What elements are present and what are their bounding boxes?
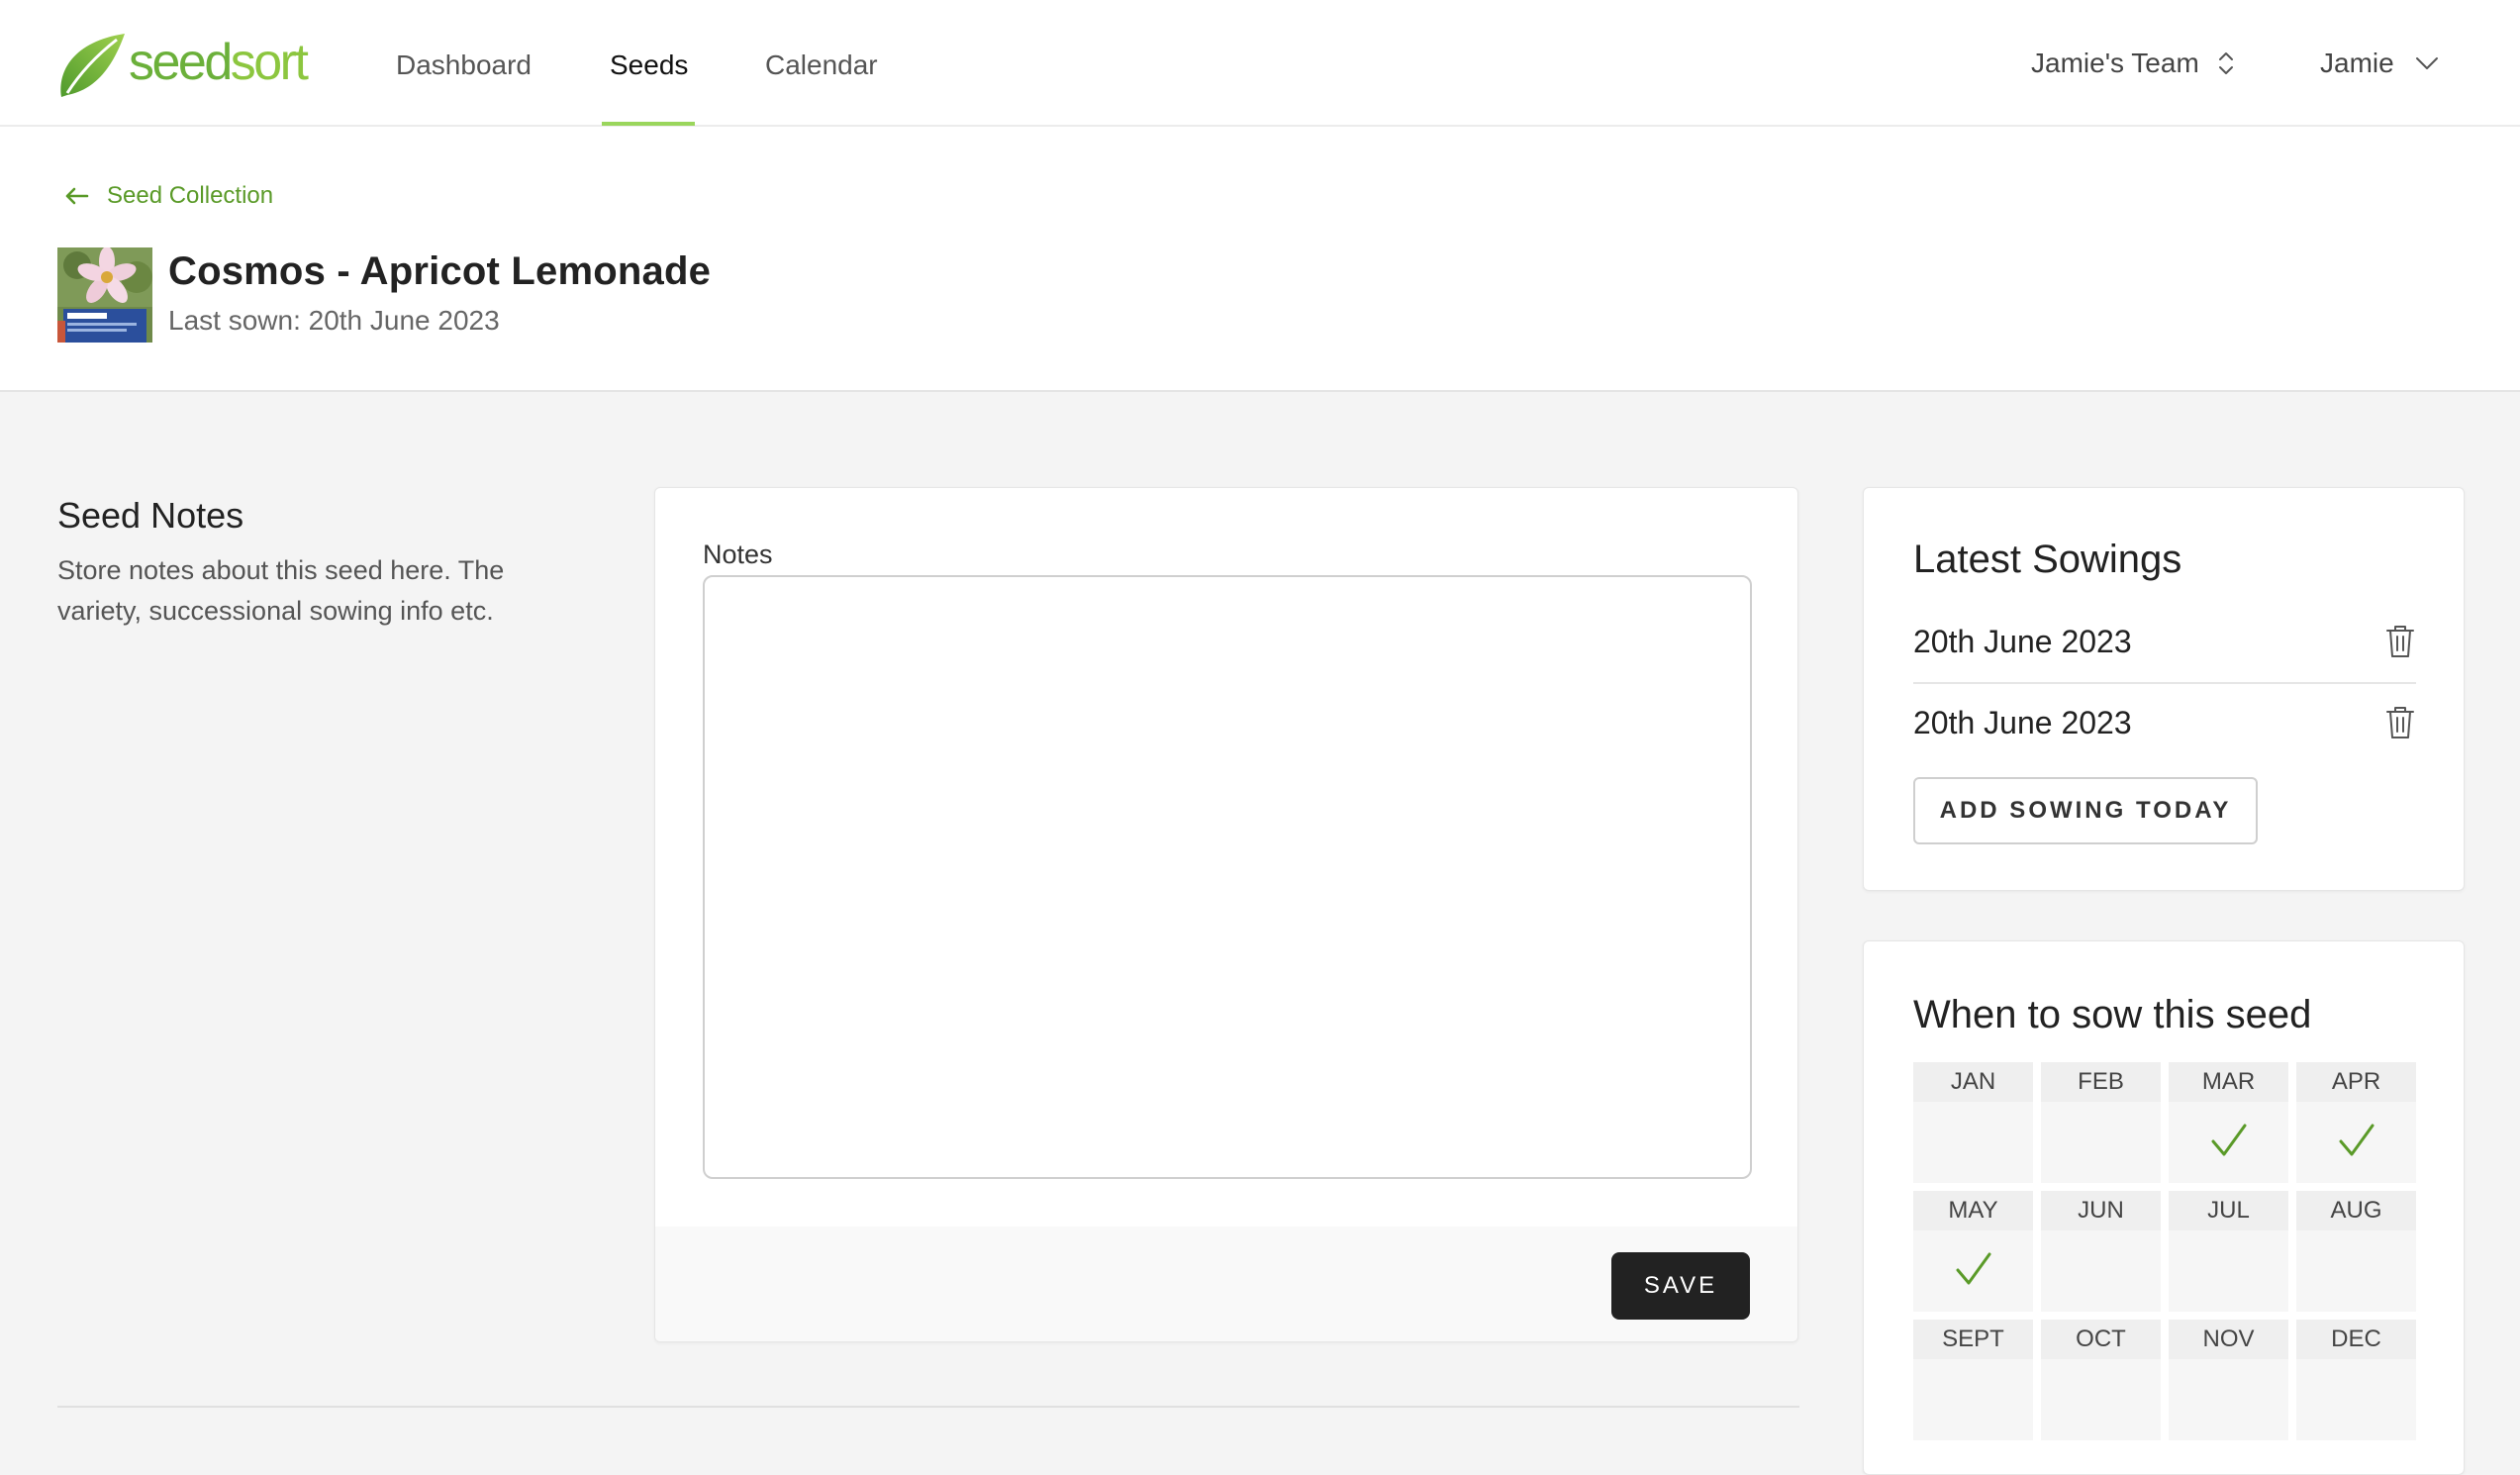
notes-card: Notes SAVE xyxy=(654,487,1798,1342)
latest-sowings-card: Latest Sowings 20th June 2023 20th June … xyxy=(1863,487,2465,891)
nav-calendar[interactable]: Calendar xyxy=(765,49,878,81)
month-label: APR xyxy=(2296,1062,2416,1102)
sowing-row: 20th June 2023 xyxy=(1913,601,2416,684)
checkmark-icon xyxy=(2211,1124,2247,1156)
last-sown-date: Last sown: 20th June 2023 xyxy=(168,305,500,336)
chevron-up-down-icon xyxy=(2218,52,2233,74)
user-menu[interactable]: Jamie xyxy=(2320,48,2440,79)
leaf-logo-icon xyxy=(60,34,125,97)
seedsort-logo[interactable]: seedsort xyxy=(55,30,309,101)
month-label: SEPT xyxy=(1913,1320,2033,1359)
month-label: DEC xyxy=(2296,1320,2416,1359)
chevron-down-icon xyxy=(2415,57,2438,69)
month-label: JUL xyxy=(2169,1191,2288,1230)
month-label: OCT xyxy=(2041,1320,2161,1359)
sow-calendar-title: When to sow this seed xyxy=(1913,993,2312,1036)
logo-wordmark-part2: sort xyxy=(230,34,309,91)
top-navigation-bar: seedsort Dashboard Seeds Calendar Jamie'… xyxy=(0,0,2520,127)
latest-sowings-title: Latest Sowings xyxy=(1913,538,2182,581)
breadcrumb-label: Seed Collection xyxy=(107,182,274,209)
cosmos-flower-photo-icon xyxy=(57,247,152,343)
month-cell-may[interactable]: MAY xyxy=(1913,1191,2033,1312)
month-cell-jun[interactable]: JUN xyxy=(2041,1191,2161,1312)
trash-icon[interactable] xyxy=(2384,705,2416,740)
month-cell-apr[interactable]: APR xyxy=(2296,1062,2416,1183)
section-divider xyxy=(57,1406,1799,1408)
month-label: NOV xyxy=(2169,1320,2288,1359)
sow-calendar-card: When to sow this seed JAN FEB MAR APR MAY JUN… xyxy=(1863,940,2465,1475)
sowing-date: 20th June 2023 xyxy=(1913,623,2132,659)
month-cell-oct[interactable]: OCT xyxy=(2041,1320,2161,1440)
seed-packet-thumbnail xyxy=(57,247,152,343)
month-label: MAR xyxy=(2169,1062,2288,1102)
team-switcher[interactable]: Jamie's Team xyxy=(2031,48,2235,79)
seed-notes-description: Store notes about this seed here. The va… xyxy=(57,555,505,626)
month-label: FEB xyxy=(2041,1062,2161,1102)
month-cell-feb[interactable]: FEB xyxy=(2041,1062,2161,1183)
seed-header: Seed Collection Cosmos - Apricot Lemonad… xyxy=(0,127,2520,392)
seed-notes-heading: Seed Notes xyxy=(57,495,244,536)
month-cell-nov[interactable]: NOV xyxy=(2169,1320,2288,1440)
nav-seeds[interactable]: Seeds xyxy=(610,49,688,81)
checkmark-icon xyxy=(2339,1124,2375,1156)
month-cell-jul[interactable]: JUL xyxy=(2169,1191,2288,1312)
logo-wordmark: seedsort xyxy=(129,33,309,92)
team-name: Jamie's Team xyxy=(2031,48,2199,78)
logo-wordmark-part1: seed xyxy=(129,34,233,91)
month-label: AUG xyxy=(2296,1191,2416,1230)
arrow-left-icon xyxy=(65,187,89,205)
nav-dashboard[interactable]: Dashboard xyxy=(396,49,532,81)
month-label: MAY xyxy=(1913,1191,2033,1230)
notes-card-footer: SAVE xyxy=(655,1227,1797,1341)
notes-field-label: Notes xyxy=(703,540,773,569)
seed-title: Cosmos - Apricot Lemonade xyxy=(168,249,712,293)
active-nav-indicator xyxy=(602,122,695,126)
user-name: Jamie xyxy=(2320,48,2394,78)
months-grid: JAN FEB MAR APR MAY JUN JUL AUG SEPT OCT NOV DEC xyxy=(1913,1062,2416,1440)
month-cell-mar[interactable]: MAR xyxy=(2169,1062,2288,1183)
month-cell-dec[interactable]: DEC xyxy=(2296,1320,2416,1440)
month-label: JAN xyxy=(1913,1062,2033,1102)
save-button[interactable]: SAVE xyxy=(1611,1252,1750,1320)
month-cell-jan[interactable]: JAN xyxy=(1913,1062,2033,1183)
month-label: JUN xyxy=(2041,1191,2161,1230)
month-cell-sept[interactable]: SEPT xyxy=(1913,1320,2033,1440)
checkmark-icon xyxy=(1956,1252,1991,1285)
add-sowing-today-button[interactable]: ADD SOWING TODAY xyxy=(1913,777,2258,844)
notes-textarea[interactable] xyxy=(703,575,1752,1179)
trash-icon[interactable] xyxy=(2384,624,2416,659)
sowing-date: 20th June 2023 xyxy=(1913,704,2132,740)
sowing-row: 20th June 2023 xyxy=(1913,682,2416,763)
month-cell-aug[interactable]: AUG xyxy=(2296,1191,2416,1312)
breadcrumb-back-link[interactable]: Seed Collection xyxy=(63,182,273,210)
